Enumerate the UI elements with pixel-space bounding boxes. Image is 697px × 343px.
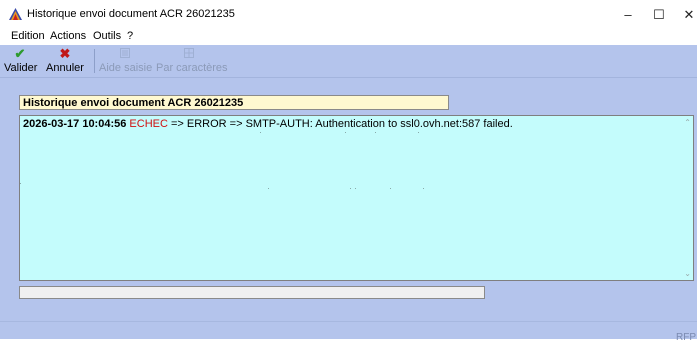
log-message: => ERROR => SMTP-AUTH: Authentication to… <box>171 118 513 130</box>
speck <box>375 132 376 133</box>
par-caracteres-button[interactable]: Par caractères <box>156 46 228 76</box>
scroll-up-icon[interactable]: ⌃ <box>684 118 691 127</box>
history-title-field: Historique envoi document ACR 26021235 <box>19 95 449 110</box>
speck <box>260 132 261 133</box>
speck <box>345 132 346 133</box>
divider <box>0 321 697 322</box>
speck <box>20 183 21 184</box>
valider-button[interactable]: ✔ Valider <box>4 46 38 76</box>
window-title: Historique envoi document ACR 26021235 <box>27 8 235 20</box>
speck <box>350 188 351 189</box>
speck <box>418 132 419 133</box>
annuler-label: Annuler <box>46 62 84 74</box>
corner-label: RFP <box>676 332 696 343</box>
check-icon: ✔ <box>14 46 26 61</box>
par-caracteres-label: Par caractères <box>156 62 228 74</box>
history-log[interactable]: 2026-03-17 10:04:56 ECHEC => ERROR => SM… <box>19 115 694 281</box>
log-timestamp: 2026-03-17 10:04:56 <box>23 118 127 130</box>
menu-outils[interactable]: Outils <box>93 30 121 42</box>
toolbar-separator <box>94 49 95 73</box>
menu-bar: Edition Actions Outils ? <box>0 28 697 45</box>
app-logo-icon <box>9 8 22 20</box>
form-icon <box>99 46 151 61</box>
status-field <box>19 286 485 299</box>
log-entry: 2026-03-17 10:04:56 ECHEC => ERROR => SM… <box>23 118 513 130</box>
speck <box>355 188 356 189</box>
cross-icon: ✖ <box>59 46 71 61</box>
annuler-button[interactable]: ✖ Annuler <box>40 46 90 76</box>
menu-edition[interactable]: Edition <box>11 30 45 42</box>
maximize-icon[interactable]: ☐ <box>645 5 673 25</box>
aide-saisie-label: Aide saisie <box>99 62 153 74</box>
vertical-scrollbar[interactable]: ⌃ ⌄ <box>680 116 693 280</box>
menu-help[interactable]: ? <box>127 30 133 42</box>
grid-icon <box>156 46 222 61</box>
scroll-down-icon[interactable]: ⌄ <box>684 269 691 278</box>
valider-label: Valider <box>4 62 38 74</box>
menu-actions[interactable]: Actions <box>50 30 86 42</box>
minimize-icon[interactable]: – <box>614 5 642 25</box>
speck <box>390 188 391 189</box>
speck <box>423 188 424 189</box>
speck <box>268 188 269 189</box>
close-icon[interactable]: ✕ <box>675 5 697 25</box>
main-panel: ✔ Valider ✖ Annuler Aide saisie Par cara… <box>0 45 697 343</box>
log-status: ECHEC <box>129 118 168 130</box>
title-bar: Historique envoi document ACR 26021235 –… <box>0 0 697 28</box>
toolbar: ✔ Valider ✖ Annuler Aide saisie Par cara… <box>0 45 697 78</box>
aide-saisie-button[interactable]: Aide saisie <box>99 46 153 76</box>
